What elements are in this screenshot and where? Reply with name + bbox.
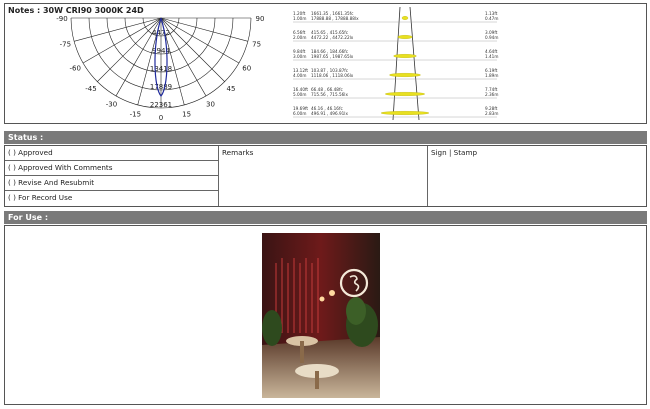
cone-illuminance-lx: 715.56 , 715.56lx xyxy=(311,92,348,97)
cone-distance-m: 6.00m xyxy=(293,111,306,116)
polar-spoke xyxy=(73,17,162,42)
status-table: ( ) Approved ( ) Approved With Comments … xyxy=(4,145,647,207)
polar-value-label: 17889 xyxy=(150,83,172,91)
status-option-revise-and-resubmit[interactable]: ( ) Revise And Resubmit xyxy=(5,177,94,189)
polar-angle-label: -90 xyxy=(56,15,67,23)
cone-illuminance-lx: 1118.06 , 1118.06lx xyxy=(311,73,354,78)
cone-distance-m: 2.00m xyxy=(293,35,306,40)
polar-angle-label: -45 xyxy=(85,85,96,93)
polar-angle-label: 15 xyxy=(182,111,191,119)
status-header: Status : xyxy=(4,131,647,144)
cone-illuminance-lx: 17888.88 , 17888.88lx xyxy=(311,16,359,21)
cone-illuminance-lx: 1987.65 , 1987.65lx xyxy=(311,54,354,59)
polar-value-label: 13418 xyxy=(150,65,172,73)
beam-spot xyxy=(385,92,425,96)
cone-diagram: 1.20ft1.00m1661.35 , 1661.35fc17888.88 ,… xyxy=(293,6,498,121)
for-use-panel xyxy=(4,225,647,405)
cone-diameter-m: 1.89m xyxy=(485,73,498,78)
polar-value-label: 4472 xyxy=(152,29,170,37)
polar-angle-label: 45 xyxy=(227,85,236,93)
beam-spot xyxy=(397,35,413,39)
polar-diagram: -90-75-60-45-30-15 0 153045607590 44729944… xyxy=(56,15,265,122)
beam-spot xyxy=(389,73,421,77)
cone-distance-m: 1.00m xyxy=(293,16,306,21)
polar-angle-label: 30 xyxy=(206,101,215,109)
status-option-approved-with-comments[interactable]: ( ) Approved With Comments xyxy=(5,162,113,174)
polar-angle-label: -60 xyxy=(70,65,81,73)
cone-distance-m: 5.00m xyxy=(293,92,306,97)
for-use-header: For Use : xyxy=(4,211,647,224)
cone-distance-m: 4.00m xyxy=(293,73,306,78)
notes-panel: Notes : 30W CRI90 3000K 24D -90 -75 -60 -45… xyxy=(4,3,647,124)
beam-spot xyxy=(380,111,430,115)
polar-angle-label: 0 xyxy=(159,114,163,122)
polar-angle-label: 90 xyxy=(256,15,265,23)
cone-distance-m: 3.00m xyxy=(293,54,306,59)
status-option-for-record-use[interactable]: ( ) For Record Use xyxy=(5,192,72,204)
cone-diameter-m: 1.41m xyxy=(485,54,498,59)
cone-diameter-m: 0.47m xyxy=(485,16,498,21)
polar-spoke xyxy=(160,17,249,42)
polar-angle-label: 75 xyxy=(252,41,261,49)
polar-angle-label: -30 xyxy=(106,101,117,109)
polar-spoke xyxy=(160,17,240,64)
polar-angle-label: -15 xyxy=(130,111,141,119)
sign-stamp-label: Sign | Stamp xyxy=(431,148,478,157)
polar-angle-label: 60 xyxy=(242,65,251,73)
beam-spot xyxy=(401,16,409,20)
remarks-label: Remarks xyxy=(222,148,254,157)
cone-diameter-m: 2.83m xyxy=(485,111,498,116)
cone-illuminance-lx: 4472.22 , 4472.22lx xyxy=(311,35,354,40)
polar-spoke xyxy=(82,17,162,64)
interior-photo xyxy=(262,233,380,398)
beam-spot xyxy=(393,54,417,58)
polar-value-label: 22361 xyxy=(150,101,172,109)
polar-angle-label: -75 xyxy=(60,41,71,49)
cone-illuminance-lx: 496.91 , 496.91lx xyxy=(311,111,348,116)
status-option-approved[interactable]: ( ) Approved xyxy=(5,147,53,159)
cone-diameter-m: 0.94m xyxy=(485,35,498,40)
cone-diameter-m: 2.36m xyxy=(485,92,498,97)
